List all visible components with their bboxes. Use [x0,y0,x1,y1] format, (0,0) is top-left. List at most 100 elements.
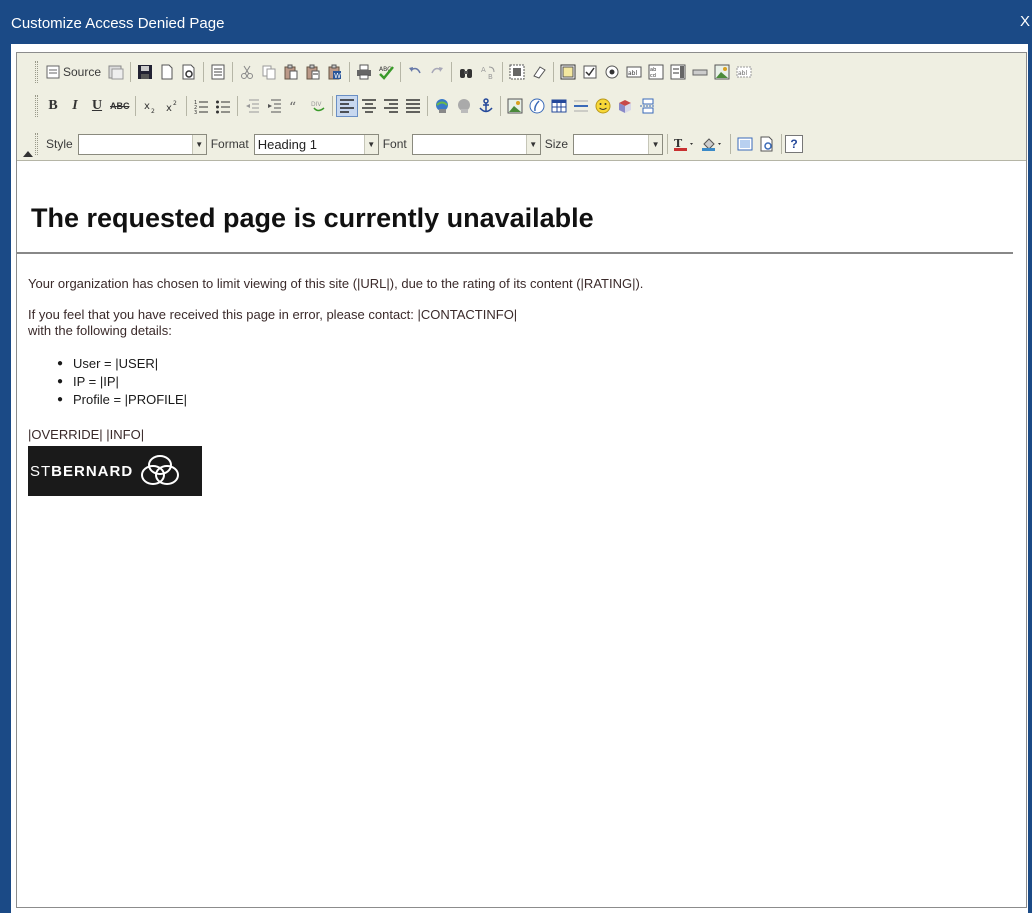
new-page-icon [161,64,173,80]
show-blocks-icon [760,136,773,152]
button-icon [692,69,708,76]
text-color-icon: T [674,137,694,151]
toolbar-separator [130,62,132,82]
toolbar-row-2: B I U ABC x2 x2 123 “ DIV [35,93,658,119]
logo-text-main: BERNARD [51,462,134,480]
list-item: Profile = |PROFILE| [57,391,1018,409]
div-container-button[interactable]: DIV [307,95,329,117]
checkbox-button[interactable] [579,61,601,83]
editor-content[interactable]: The requested page is currently unavaila… [17,171,1018,496]
numbered-list-icon: 123 [194,100,208,114]
show-blocks-button[interactable] [756,133,778,155]
align-left-button[interactable] [335,95,358,117]
replace-button[interactable]: AB [477,61,499,83]
subscript-button[interactable]: x2 [139,95,161,117]
select-field-button[interactable] [667,61,689,83]
align-left-icon [339,99,354,113]
paste-word-button[interactable]: W [324,61,346,83]
find-button[interactable] [455,61,477,83]
background-color-button[interactable] [699,133,727,155]
close-icon[interactable]: X [1020,13,1030,30]
hidden-field-button[interactable]: abl [733,61,755,83]
underline-button[interactable]: U [86,95,108,117]
numbered-list-button[interactable]: 123 [190,95,212,117]
remove-format-button[interactable] [528,61,550,83]
font-select[interactable]: ▼ [411,133,541,155]
superscript-button[interactable]: x2 [161,95,183,117]
svg-text:cd: cd [650,73,656,79]
format-select[interactable]: Heading 1 ▼ [253,133,379,155]
text-field-button[interactable]: abl [623,61,645,83]
italic-button[interactable]: I [64,95,86,117]
image-button-icon [714,64,730,80]
special-char-button[interactable] [614,95,636,117]
undo-button[interactable] [404,61,426,83]
unlink-button[interactable] [453,95,475,117]
page-break-icon [639,98,654,114]
save-icon [138,65,153,79]
image-button-tool[interactable] [711,61,733,83]
radio-button-tool[interactable] [601,61,623,83]
strikethrough-button[interactable]: ABC [108,95,132,117]
anchor-button[interactable] [475,95,497,117]
paragraph-contact-line2: with the following details: [28,323,172,338]
maximize-icon [737,137,753,151]
insert-flash-button[interactable] [526,95,548,117]
text-color-button[interactable]: T [671,133,699,155]
maximize-button[interactable] [734,133,756,155]
align-right-button[interactable] [380,95,402,117]
select-field-icon [670,64,686,80]
blockquote-button[interactable]: “ [285,95,307,117]
page-heading: The requested page is currently unavaila… [31,203,594,233]
size-select[interactable]: ▼ [573,133,664,155]
textarea-icon: abcd [648,64,664,80]
paste-button[interactable] [280,61,302,83]
style-select[interactable]: ▼ [77,133,207,155]
spellcheck-button[interactable]: ABC [375,61,397,83]
toolbar-separator [331,96,333,116]
horizontal-rule-button[interactable] [570,95,592,117]
toolbar-separator [499,96,501,116]
textarea-button[interactable]: ab cd [645,61,667,83]
bulleted-list-button[interactable] [212,95,234,117]
toolbar-separator [236,96,238,116]
form-button[interactable] [557,61,579,83]
logo-rings-icon [141,455,180,485]
copy-button[interactable] [258,61,280,83]
smiley-button[interactable] [592,95,614,117]
new-page-button[interactable] [156,61,178,83]
insert-table-button[interactable] [548,95,570,117]
indent-button[interactable] [263,95,285,117]
document-icon [211,64,225,80]
bulleted-list-icon [215,100,230,114]
insert-image-button[interactable] [504,95,526,117]
help-button[interactable]: ? [785,135,804,153]
insert-link-button[interactable] [431,95,453,117]
svg-text:B: B [488,73,493,80]
subscript-icon: x2 [144,101,155,114]
source-button[interactable]: Source [42,61,105,83]
preview-button[interactable] [178,61,200,83]
templates-button[interactable] [105,61,127,83]
align-center-button[interactable] [358,95,380,117]
cut-icon [241,65,254,79]
paste-text-button[interactable] [302,61,324,83]
save-button[interactable] [134,61,156,83]
flash-icon [529,98,544,114]
bold-button[interactable]: B [42,95,64,117]
page-break-button[interactable] [636,95,658,117]
collapse-toolbar-icon[interactable] [23,151,33,157]
select-all-button[interactable] [506,61,528,83]
paste-icon [284,64,298,80]
templates-page-button[interactable] [207,61,229,83]
paste-word-icon: W [328,64,342,80]
help-icon: ? [790,137,798,151]
button-tool[interactable] [689,61,711,83]
cut-button[interactable] [236,61,258,83]
templates-icon [108,65,124,80]
redo-button[interactable] [426,61,448,83]
justify-button[interactable] [402,95,424,117]
print-button[interactable] [353,61,375,83]
outdent-button[interactable] [241,95,263,117]
svg-text:W: W [334,72,341,80]
